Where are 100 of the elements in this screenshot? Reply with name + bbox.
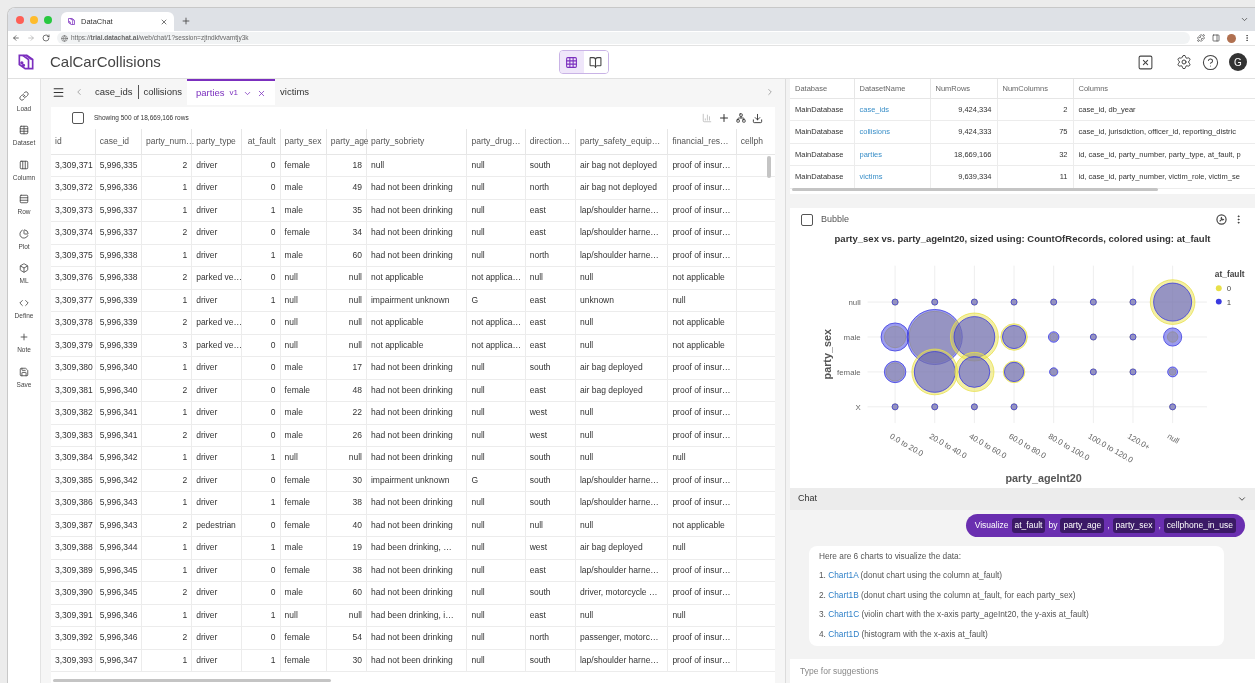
table-cell: 5,996,336 [95, 176, 142, 199]
table-cell: 30 [326, 469, 367, 492]
side-panel-icon[interactable] [1212, 34, 1220, 42]
response-item: 2. Chart1B (donut chart using the column at_fault, for each party_sex) [819, 588, 1077, 602]
dataset-tab[interactable]: case_ids [90, 79, 138, 105]
table-cell: 1 [141, 176, 192, 199]
table-cell: 5,996,346 [95, 626, 142, 649]
chat-header[interactable]: Chat [790, 488, 1255, 510]
menu-icon[interactable] [52, 85, 65, 99]
back-icon[interactable] [12, 34, 20, 42]
browser-menu-icon[interactable] [1243, 34, 1251, 42]
column-header[interactable]: direction… [525, 129, 576, 154]
table-cell: 1 [241, 649, 281, 672]
table-cell: not applica… [466, 311, 526, 334]
reload-icon[interactable] [42, 34, 50, 42]
table-cell: 5,996,340 [95, 379, 142, 402]
table-cell: not applicable [366, 334, 467, 357]
table-cell: 3,309,388 [51, 536, 96, 559]
add-icon[interactable] [718, 112, 730, 124]
close-icon[interactable] [160, 17, 168, 26]
table-cell: driver [191, 176, 242, 199]
table-cell: air bag not deployed [575, 154, 668, 177]
table-cell: 30 [326, 649, 367, 672]
table-cell: 34 [326, 221, 367, 244]
grid-view-button[interactable] [559, 51, 584, 73]
table-cell: 1 [241, 604, 281, 627]
settings-icon[interactable] [1176, 54, 1192, 70]
close-icon[interactable] [257, 88, 266, 98]
table-cell: 1 [141, 491, 192, 514]
table-cell: east [525, 199, 576, 222]
user-avatar[interactable]: G [1229, 53, 1247, 71]
table-cell: not applica… [466, 266, 526, 289]
column-header[interactable]: id [51, 129, 96, 154]
profile-avatar[interactable] [1227, 33, 1236, 43]
table-cell: had been drinking, i… [366, 604, 467, 627]
table-cell: 2 [141, 221, 192, 244]
horizontal-scrollbar[interactable] [792, 188, 1158, 191]
table-cell: driver [191, 244, 242, 267]
dataset-tab[interactable]: victims [275, 79, 315, 105]
table-cell: south [525, 649, 576, 672]
response-item: 4. Chart1D (histogram with the x-axis at_fault) [819, 627, 989, 641]
table-cell: proof of insur… [667, 424, 737, 447]
column-header[interactable]: party_sex [280, 129, 327, 154]
table-cell: proof of insur… [667, 379, 737, 402]
table-cell: null [525, 514, 576, 537]
download-icon[interactable] [752, 112, 763, 124]
table-cell: male [280, 356, 327, 379]
column-header[interactable]: party_age [326, 129, 367, 154]
table-cell: lap/shoulder harne… [575, 244, 668, 267]
table-cell: 0 [241, 154, 281, 177]
column-header[interactable]: at_fault [241, 129, 281, 154]
table-cell: east [525, 311, 576, 334]
table-cell: had not been drinking [366, 244, 467, 267]
table-cell: null [575, 424, 668, 447]
chat-input[interactable]: Type for suggestions [790, 659, 1255, 683]
collapse-icon[interactable] [1237, 494, 1247, 504]
close-icon[interactable] [1137, 53, 1154, 71]
column-header[interactable]: financial_res… [667, 129, 737, 154]
horizontal-scrollbar[interactable] [53, 679, 331, 682]
table-cell: 0 [241, 401, 281, 424]
table-cell: null [667, 536, 737, 559]
extensions-icon[interactable] [1197, 34, 1205, 42]
table-cell: 3,309,371 [51, 154, 96, 177]
column-header[interactable]: party_num… [141, 129, 192, 154]
chart-checkbox[interactable] [801, 213, 813, 226]
tab-list-icon[interactable] [1240, 15, 1249, 24]
table-cell: 3,309,377 [51, 289, 96, 312]
table-cell: had not been drinking [366, 581, 467, 604]
table-cell: 3,309,389 [51, 559, 96, 582]
table-cell: not applicable [667, 311, 737, 334]
chart-link[interactable]: Chart1C [828, 609, 860, 620]
chart-link[interactable]: Chart1B [828, 589, 859, 600]
table-cell: 1 [241, 244, 281, 267]
new-tab-icon[interactable] [181, 16, 191, 26]
help-icon[interactable] [1202, 53, 1219, 71]
vertical-scrollbar[interactable] [767, 156, 771, 178]
table-cell: not applica… [466, 334, 526, 357]
dataset-tab[interactable]: collisions [138, 79, 188, 105]
table-cell: 0 [241, 626, 281, 649]
dataset-tab[interactable]: parties v1 [187, 79, 275, 105]
pie-chart-icon [19, 228, 29, 239]
bubble [1163, 327, 1183, 347]
chart-link[interactable]: Chart1D [828, 628, 860, 639]
x-axis-title: party_ageInt20 [1005, 472, 1082, 485]
table-cell: lap/shoulder harne… [575, 199, 668, 222]
chart-link[interactable]: Chart1A [828, 570, 859, 581]
column-header[interactable]: cellph [736, 129, 775, 154]
site-info-icon[interactable] [61, 34, 68, 42]
column-header[interactable]: case_id [95, 129, 142, 154]
column-header[interactable]: party_safety_equip… [575, 129, 668, 154]
column-header[interactable]: party_type [191, 129, 242, 154]
close-window-button[interactable] [16, 15, 24, 24]
column-header[interactable]: party_drug… [466, 129, 526, 154]
table-cell: 3,309,393 [51, 649, 96, 672]
code-icon [19, 297, 29, 308]
table-cell: null [466, 176, 526, 199]
select-all-checkbox[interactable] [72, 112, 84, 124]
wrench-icon[interactable] [1216, 214, 1227, 226]
bubble [1129, 368, 1137, 376]
hierarchy-icon[interactable] [736, 113, 746, 123]
